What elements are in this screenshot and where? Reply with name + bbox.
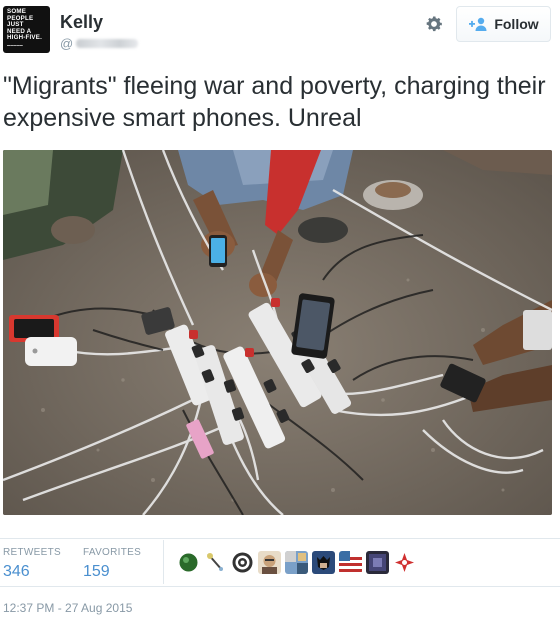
follow-button[interactable]: Follow <box>456 6 551 42</box>
gear-icon[interactable] <box>423 13 445 35</box>
red-logo-avatar[interactable] <box>393 551 416 574</box>
favorites-label: FAVORITES <box>83 547 142 558</box>
avatar[interactable]: SOME PEOPLE JUST NEED A HIGH-FIVE. ▬▬▬▬▬ <box>3 6 50 53</box>
stats-bottom-divider <box>0 586 560 587</box>
face-avatar[interactable] <box>258 551 281 574</box>
gear-icon-graphic <box>426 16 442 32</box>
photo-people-charging-phones <box>3 150 552 515</box>
follow-label: Follow <box>494 16 539 32</box>
avatar-fine-print: ▬▬▬▬▬ <box>7 42 23 47</box>
handle-prefix: @ <box>60 36 74 51</box>
wand-avatar[interactable] <box>204 551 227 574</box>
favorites-count: 159 <box>83 563 110 580</box>
handle-redacted <box>76 39 139 48</box>
mandala-avatar[interactable] <box>231 551 254 574</box>
add-user-icon <box>468 17 488 31</box>
stats-top-divider <box>0 538 560 539</box>
avatar-text-5: HIGH-FIVE. <box>7 34 43 42</box>
collage-avatar[interactable] <box>285 551 308 574</box>
retweets-label: RETWEETS <box>3 547 61 558</box>
flag-avatar[interactable] <box>339 551 362 574</box>
batman-avatar[interactable] <box>312 551 335 574</box>
favorited-by-list <box>177 551 416 574</box>
tweet-text: "Migrants" fleeing war and poverty, char… <box>3 72 546 132</box>
stats-separator <box>163 540 164 584</box>
author-handle[interactable]: @ <box>60 36 139 51</box>
author-name[interactable]: Kelly <box>60 12 103 33</box>
tweet-timestamp[interactable]: 12:37 PM - 27 Aug 2015 <box>3 601 132 615</box>
retweets-count: 346 <box>3 563 30 580</box>
dark-pattern-avatar[interactable] <box>366 551 389 574</box>
favorites-stat[interactable]: FAVORITES 159 <box>83 547 141 581</box>
tweet-photo[interactable] <box>3 150 552 515</box>
retweets-stat[interactable]: RETWEETS 346 <box>3 547 61 581</box>
green-sphere-avatar[interactable] <box>177 551 200 574</box>
